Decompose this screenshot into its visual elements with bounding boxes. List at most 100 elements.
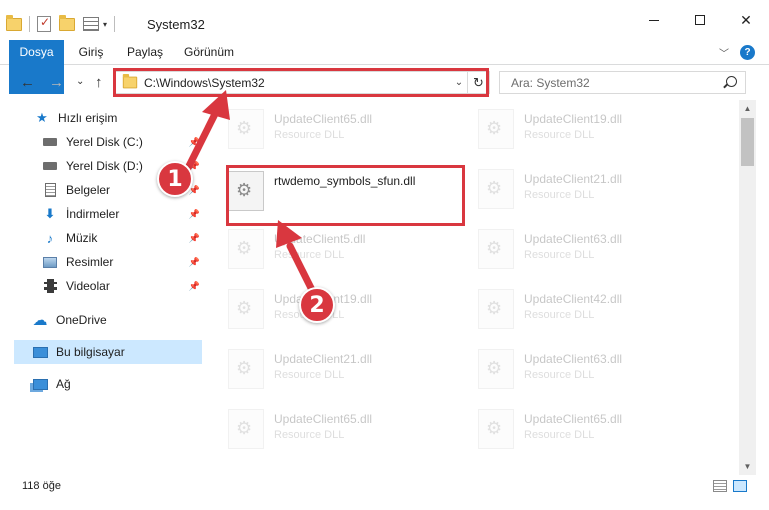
minimize-button[interactable] <box>631 0 677 40</box>
file-name: UpdateClient65.dll <box>524 412 623 426</box>
maximize-button[interactable] <box>677 0 723 40</box>
file-name: UpdateClient19.dll <box>524 112 623 126</box>
address-highlight-box <box>113 68 489 97</box>
vertical-scrollbar[interactable]: ▲ ▼ <box>739 100 756 475</box>
step-1-badge: 1 <box>157 161 193 197</box>
star-icon: ★ <box>36 110 48 125</box>
dll-file-icon <box>478 409 514 449</box>
ribbon-tabs: Dosya Giriş Paylaş Görünüm ﹀ ? <box>0 40 769 94</box>
scroll-down-icon[interactable]: ▼ <box>739 458 756 475</box>
scroll-thumb[interactable] <box>741 118 754 166</box>
dll-file-icon <box>228 229 264 269</box>
file-type: Resource DLL <box>274 429 345 441</box>
sidebar-item-label: Bu bilgisayar <box>56 345 125 359</box>
download-icon: ⬇ <box>44 206 56 221</box>
sidebar-item-label: Resimler <box>66 255 114 269</box>
file-highlight-box <box>226 165 465 226</box>
file-item[interactable]: UpdateClient65.dll Resource DLL <box>460 402 690 456</box>
pin-icon[interactable]: 📌 <box>189 281 200 292</box>
file-type: Resource DLL <box>274 249 345 261</box>
drive-icon <box>42 158 58 174</box>
divider <box>29 16 30 32</box>
file-name: UpdateClient21.dll <box>524 172 623 186</box>
pin-icon[interactable]: 📌 <box>189 137 200 148</box>
sidebar-item-network[interactable]: Ağ <box>14 372 202 396</box>
qat-customize-dropdown-icon[interactable]: ▾ <box>103 20 107 29</box>
title-bar: ▾ System32 ✕ <box>0 0 769 40</box>
window-title: System32 <box>147 17 205 32</box>
sidebar-item-disk-c[interactable]: Yerel Disk (C:) 📌 <box>14 130 202 154</box>
file-item[interactable]: UpdateClient65.dll Resource DLL <box>210 102 440 156</box>
search-box[interactable]: Ara: System32 <box>499 71 746 94</box>
tab-home[interactable]: Giriş <box>70 40 112 65</box>
close-icon: ✕ <box>740 11 752 28</box>
close-button[interactable]: ✕ <box>723 0 769 40</box>
folder-icon <box>6 14 22 31</box>
details-view-icon[interactable] <box>713 480 727 492</box>
tab-share[interactable]: Paylaş <box>122 40 168 65</box>
file-item[interactable]: UpdateClient5.dll Resource DLL <box>210 222 440 276</box>
documents-icon <box>42 182 58 198</box>
sidebar-item-downloads[interactable]: ⬇ İndirmeler 📌 <box>14 202 202 226</box>
properties-check-icon[interactable] <box>37 15 51 32</box>
cloud-icon: ☁ <box>32 312 48 329</box>
file-type: Resource DLL <box>524 129 595 141</box>
sidebar-item-label: Müzik <box>66 231 98 245</box>
file-name: UpdateClient63.dll <box>524 352 623 366</box>
navigation-pane: ★ Hızlı erişim Yerel Disk (C:) 📌 Yerel D… <box>0 100 210 475</box>
file-item[interactable]: UpdateClient63.dll Resource DLL <box>460 222 690 276</box>
view-options-icon[interactable] <box>83 17 99 31</box>
pictures-icon <box>42 254 58 270</box>
sidebar-item-music[interactable]: ♪ Müzik 📌 <box>14 226 202 250</box>
file-type: Resource DLL <box>524 309 595 321</box>
file-item[interactable]: UpdateClient42.dll Resource DLL <box>460 282 690 336</box>
file-item[interactable]: UpdateClient63.dll Resource DLL <box>460 342 690 396</box>
file-item[interactable]: UpdateClient21.dll Resource DLL <box>460 162 690 216</box>
help-icon[interactable]: ? <box>740 45 755 60</box>
file-type: Resource DLL <box>524 249 595 261</box>
sidebar-item-pictures[interactable]: Resimler 📌 <box>14 250 202 274</box>
maximize-icon <box>695 15 705 25</box>
file-item[interactable]: UpdateClient19.dll Resource DLL <box>460 102 690 156</box>
search-placeholder: Ara: System32 <box>511 76 590 90</box>
scroll-up-icon[interactable]: ▲ <box>739 100 756 117</box>
sidebar-item-this-pc[interactable]: Bu bilgisayar <box>14 340 202 364</box>
pin-icon[interactable]: 📌 <box>189 257 200 268</box>
dll-file-icon <box>478 169 514 209</box>
file-name: UpdateClient21.dll <box>274 352 373 366</box>
dll-file-icon <box>478 109 514 149</box>
file-list: UpdateClient65.dll Resource DLL rtwdemo_… <box>210 100 739 475</box>
file-item[interactable]: UpdateClient65.dll Resource DLL <box>210 402 440 456</box>
file-item[interactable]: UpdateClient21.dll Resource DLL <box>210 342 440 396</box>
item-count: 118 öğe <box>22 480 61 492</box>
file-type: Resource DLL <box>274 369 345 381</box>
back-arrow-icon[interactable]: ← <box>20 74 35 91</box>
file-name: UpdateClient65.dll <box>274 412 373 426</box>
dll-file-icon <box>228 109 264 149</box>
up-arrow-icon[interactable]: ↑ <box>95 74 103 91</box>
pin-icon[interactable]: 📌 <box>189 209 200 220</box>
drive-icon <box>42 134 58 150</box>
file-name: UpdateClient63.dll <box>524 232 623 246</box>
sidebar-item-videos[interactable]: Videolar 📌 <box>14 274 202 298</box>
file-type: Resource DLL <box>524 189 595 201</box>
sidebar-item-quick-access[interactable]: ★ Hızlı erişim <box>14 106 202 130</box>
dll-file-icon <box>228 409 264 449</box>
forward-arrow-icon[interactable]: → <box>49 74 64 91</box>
music-icon: ♪ <box>46 230 54 246</box>
sidebar-item-label: İndirmeler <box>66 207 120 221</box>
large-icons-view-icon[interactable] <box>733 480 747 492</box>
tab-view[interactable]: Görünüm <box>178 40 240 65</box>
chevron-up-icon[interactable]: ﹀ <box>719 45 729 60</box>
search-icon[interactable] <box>726 76 737 87</box>
sidebar-item-onedrive[interactable]: ☁ OneDrive <box>14 308 202 332</box>
dll-file-icon <box>478 289 514 329</box>
step-2-badge: 2 <box>299 287 335 323</box>
sidebar-item-label: Yerel Disk (C:) <box>66 135 143 149</box>
pin-icon[interactable]: 📌 <box>189 233 200 244</box>
divider <box>114 16 116 32</box>
new-folder-icon[interactable] <box>59 14 75 31</box>
file-name: UpdateClient5.dll <box>274 232 366 246</box>
computer-icon <box>32 344 48 360</box>
recent-locations-icon[interactable]: ⌄ <box>76 76 84 87</box>
